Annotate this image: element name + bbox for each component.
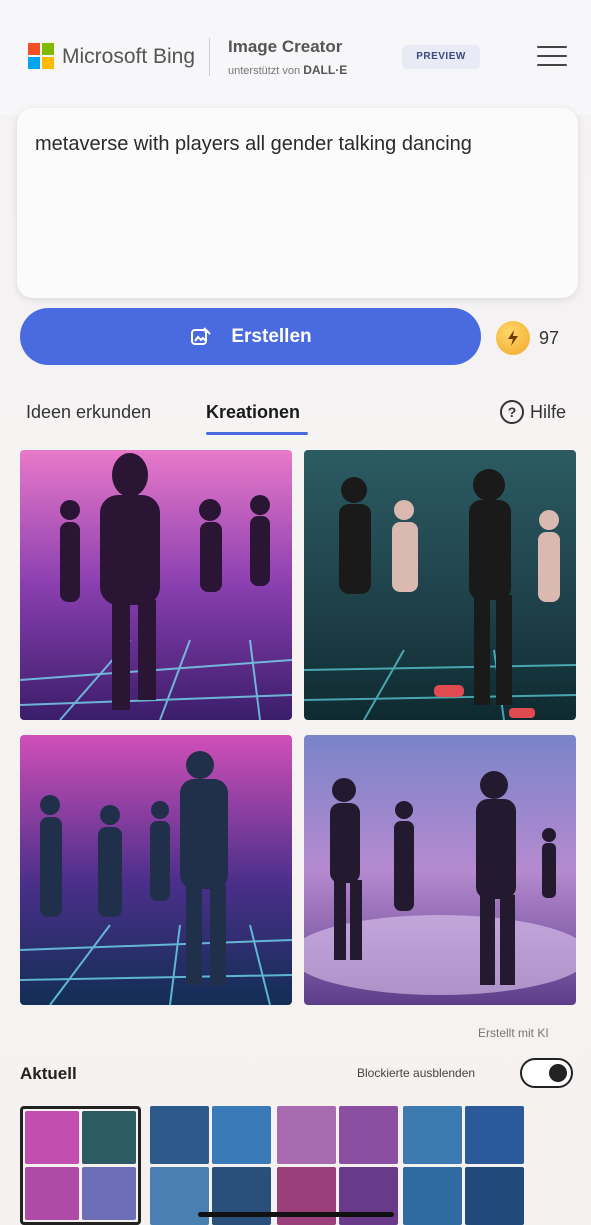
ai-generated-note: Erstellt mit KI bbox=[478, 1026, 549, 1040]
recent-thumbnail-set[interactable] bbox=[150, 1106, 271, 1225]
hide-blocked-toggle[interactable] bbox=[520, 1058, 573, 1088]
app-title: Image Creator bbox=[228, 37, 343, 56]
create-button[interactable]: Erstellen bbox=[20, 308, 481, 365]
boost-count: 97 bbox=[539, 328, 560, 348]
active-tab-indicator bbox=[206, 432, 308, 435]
question-circle-icon: ? bbox=[500, 400, 524, 424]
preview-badge: PREVIEW bbox=[402, 45, 480, 69]
recent-thumbnail-set[interactable] bbox=[20, 1106, 141, 1225]
microsoft-logo-icon[interactable] bbox=[28, 43, 54, 69]
recent-thumbnail-set[interactable] bbox=[277, 1106, 398, 1225]
create-button-label: Erstellen bbox=[231, 325, 312, 347]
tab-ideen-erkunden[interactable]: Ideen erkunden bbox=[26, 402, 151, 423]
lightning-boost-icon[interactable] bbox=[496, 321, 530, 355]
generated-image-1[interactable] bbox=[20, 450, 292, 720]
help-link[interactable]: ? Hilfe bbox=[500, 400, 566, 424]
generated-image-4[interactable] bbox=[304, 735, 576, 1005]
prompt-input[interactable]: metaverse with players all gender talkin… bbox=[17, 108, 578, 298]
generated-image-3[interactable] bbox=[20, 735, 292, 1005]
recent-heading: Aktuell bbox=[20, 1064, 77, 1083]
header-divider bbox=[209, 38, 210, 76]
tab-kreationen[interactable]: Kreationen bbox=[206, 402, 300, 423]
brand-name[interactable]: Microsoft Bing bbox=[62, 45, 195, 69]
image-create-icon bbox=[191, 326, 212, 345]
hide-blocked-label: Blockierte ausblenden bbox=[357, 1066, 476, 1080]
hamburger-menu-icon[interactable] bbox=[537, 46, 567, 68]
help-label: Hilfe bbox=[530, 401, 567, 422]
app-header: Microsoft Bing Image Creator unterstützt… bbox=[0, 0, 591, 115]
home-indicator bbox=[198, 1212, 394, 1217]
app-subtitle: unterstützt von DALL·E bbox=[228, 63, 347, 77]
subtitle-model: DALL·E bbox=[303, 63, 348, 77]
recent-thumbnail-set[interactable] bbox=[403, 1106, 524, 1225]
generated-image-2[interactable] bbox=[304, 450, 576, 720]
subtitle-prefix: unterstützt von bbox=[228, 65, 301, 77]
